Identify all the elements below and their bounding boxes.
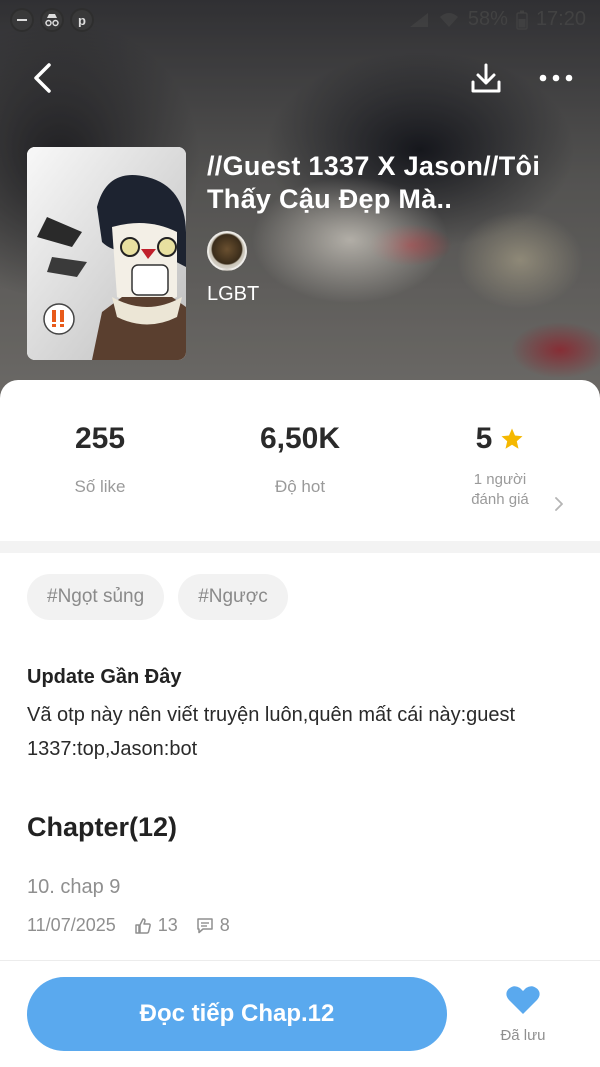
likes-label: Số like bbox=[74, 477, 126, 496]
rating-count-line2: đánh giá bbox=[471, 491, 529, 508]
hot-label: Độ hot bbox=[274, 477, 326, 496]
tag-chip[interactable]: #Ngọt sủng bbox=[27, 574, 165, 620]
chapter-meta: 11/07/2025 13 8 bbox=[27, 915, 573, 936]
story-cover-image[interactable] bbox=[27, 147, 186, 360]
chapter-comments: 8 bbox=[196, 915, 230, 936]
more-icon bbox=[539, 74, 573, 82]
chapter-comments-count: 8 bbox=[219, 915, 230, 935]
thumbs-up-icon bbox=[135, 917, 151, 934]
tag-list: #Ngọt sủng #Ngược bbox=[27, 574, 288, 620]
chapter-likes-count: 13 bbox=[157, 915, 178, 935]
chapter-list-heading[interactable]: Chapter(12) bbox=[27, 812, 177, 843]
status-bar-notifications: p bbox=[10, 8, 94, 32]
likes-count: 255 bbox=[74, 422, 126, 455]
section-divider bbox=[0, 541, 600, 553]
saved-button[interactable]: Đã lưu bbox=[480, 984, 566, 1044]
stat-likes: 255 Số like bbox=[0, 420, 200, 498]
more-options-button[interactable] bbox=[534, 56, 578, 100]
back-button[interactable] bbox=[22, 58, 62, 98]
story-category[interactable]: LGBT bbox=[207, 283, 259, 306]
chapter-title: 10. chap 9 bbox=[27, 876, 121, 898]
continue-reading-button[interactable]: Đọc tiếp Chap.12 bbox=[27, 977, 447, 1051]
rating-value-row: 5 bbox=[400, 420, 600, 458]
battery-icon bbox=[516, 10, 528, 30]
story-stats: 255 Số like 6,50K Độ hot 5 1 người đánh … bbox=[0, 420, 600, 540]
status-bar-system: 58% 17:20 bbox=[408, 8, 586, 31]
download-icon bbox=[471, 63, 501, 93]
stat-hot: 6,50K Độ hot bbox=[200, 420, 400, 498]
chevron-right-icon[interactable] bbox=[554, 496, 564, 512]
author-avatar[interactable] bbox=[207, 231, 247, 271]
rating-count-line1: 1 người bbox=[473, 471, 527, 488]
comment-icon bbox=[197, 917, 213, 933]
battery-percentage: 58% bbox=[467, 8, 508, 30]
rating-value: 5 bbox=[475, 422, 493, 455]
back-arrow-icon bbox=[34, 63, 51, 93]
heart-icon bbox=[506, 986, 540, 1014]
hot-count: 6,50K bbox=[259, 422, 341, 455]
do-not-disturb-icon bbox=[10, 8, 34, 32]
download-button[interactable] bbox=[464, 56, 508, 100]
wifi-icon bbox=[439, 12, 458, 27]
svg-text:p: p bbox=[78, 13, 86, 27]
star-icon bbox=[501, 428, 523, 449]
tag-chip[interactable]: #Ngược bbox=[178, 574, 288, 620]
chapter-date: 11/07/2025 bbox=[27, 915, 116, 935]
saved-label: Đã lưu bbox=[500, 1027, 546, 1044]
incognito-icon bbox=[40, 8, 64, 32]
chapter-list-item[interactable]: 10. chap 9 11/07/2025 13 8 bbox=[27, 876, 573, 936]
status-bar: p 58% 17:20 bbox=[0, 0, 600, 40]
story-details-panel: 255 Số like 6,50K Độ hot 5 1 người đánh … bbox=[0, 380, 600, 1067]
signal-icon bbox=[409, 12, 428, 27]
stat-rating[interactable]: 5 1 người đánh giá bbox=[400, 420, 600, 510]
top-navigation bbox=[0, 56, 600, 100]
clock: 17:20 bbox=[535, 8, 586, 30]
chapter-likes: 13 bbox=[134, 915, 178, 936]
pinterest-icon: p bbox=[70, 8, 94, 32]
story-title: //Guest 1337 X Jason//Tôi Thấy Cậu Đẹp M… bbox=[207, 151, 541, 214]
bottom-bar-divider bbox=[0, 960, 600, 961]
recent-update-text: Vã otp này nên viết truyện luôn,quên mất… bbox=[27, 704, 516, 760]
recent-update-heading: Update Gần Đây bbox=[27, 666, 182, 688]
